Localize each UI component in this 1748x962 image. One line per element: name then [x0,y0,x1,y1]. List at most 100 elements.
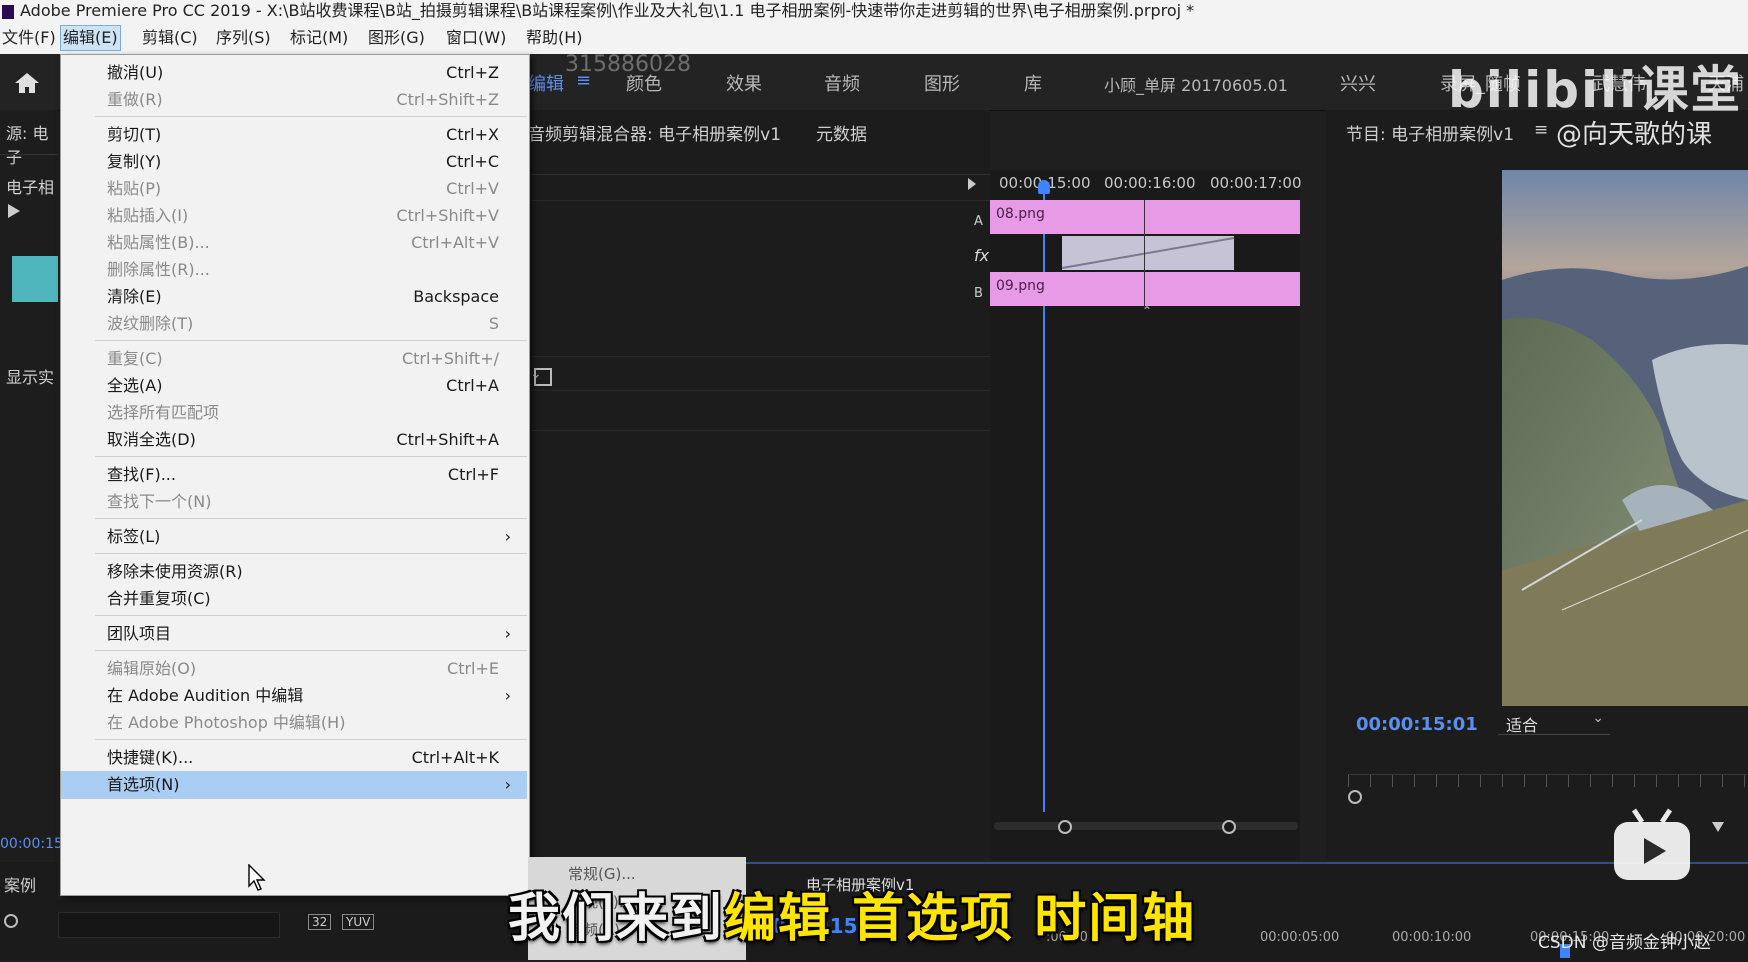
menu-help[interactable]: 帮助(H) [524,26,585,50]
program-ruler[interactable] [1348,774,1748,787]
program-title[interactable]: 节目: 电子相册案例v1 [1346,120,1514,145]
clip-b[interactable]: 09.png [990,272,1300,306]
ruler-label: 00:00:16:00 [1104,174,1196,192]
edit-menu-item[interactable]: 在 Adobe Audition 中编辑 › [61,682,527,710]
timeline-ruler-label: 00:00:10:00 [1392,930,1472,945]
menu-item-shortcut: Ctrl+V [446,179,499,198]
scroll-handle-left[interactable] [1058,820,1072,834]
edit-menu-item[interactable]: 清除(E) Backspace [61,283,527,311]
zoom-handle[interactable] [1348,790,1362,804]
edit-menu-item[interactable]: 全选(A) Ctrl+A [61,372,527,400]
edit-menu-item[interactable]: 删除属性(R)... [61,256,527,284]
fx-icon: fx [974,246,990,265]
bilibili-tv-icon [1614,808,1690,880]
program-timecode[interactable]: 00:00:15:01 [1356,714,1478,735]
workspace-graphics[interactable]: 图形 [924,70,960,96]
divider [528,200,990,201]
scroll-handle-right[interactable] [1222,820,1236,834]
play-icon[interactable] [8,204,20,218]
menu-marker[interactable]: 标记(M) [288,26,350,50]
edit-menu-item[interactable]: 在 Adobe Photoshop 中编辑(H) [61,709,527,737]
window-title: Adobe Premiere Pro CC 2019 - X:\B站收费课程\B… [20,1,1195,20]
workspace-library[interactable]: 库 [1024,70,1042,96]
menu-separator [95,650,527,651]
program-menu-icon[interactable]: ≡ [1534,120,1548,140]
track-b-label: B [974,286,983,301]
zoom-scrollbar[interactable] [994,822,1298,830]
edit-menu-item[interactable]: 撤消(U) Ctrl+Z [61,59,527,87]
search-icon[interactable] [4,914,18,928]
transition-block[interactable] [1062,236,1234,270]
clip-a[interactable]: 08.png [990,200,1300,234]
edit-menu-item[interactable]: 取消全选(D) Ctrl+Shift+A [61,426,527,454]
chevron-right-icon: › [504,686,511,705]
bilibili-watermark: bilibili课堂 [1448,61,1743,119]
bit-depth-badge[interactable]: 32 [308,914,332,930]
menu-item-shortcut: Ctrl+Shift+A [396,430,499,449]
workspace-edit[interactable]: 编辑 [528,70,564,96]
menu-item-label: 撤消(U) [107,63,164,82]
yuv-badge[interactable]: YUV [342,914,375,930]
checkbox[interactable] [534,368,552,386]
marker-icon[interactable] [1712,822,1724,832]
audio-mixer-tab[interactable]: 音频剪辑混合器: 电子相册案例v1 [528,120,781,145]
menu-item-label: 清除(E) [107,287,162,306]
project-search-input[interactable] [58,912,280,938]
source-timecode[interactable]: 00:00:15 [0,836,63,852]
menu-item-label: 重做(R) [107,90,163,109]
edit-menu-item[interactable]: 剪切(T) Ctrl+X [61,121,527,149]
chevron-right-icon: › [504,775,511,794]
menu-edit[interactable]: 编辑(E) [60,25,121,51]
edit-menu-item[interactable]: 首选项(N) › [61,771,527,799]
edit-menu-item[interactable]: 标签(L) › [61,523,527,551]
edit-menu-item[interactable]: 编辑原始(O) Ctrl+E [61,655,527,683]
home-icon[interactable] [12,70,42,96]
menu-item-label: 粘贴插入(I) [107,206,189,225]
edit-menu-item[interactable]: 移除未使用资源(R) [61,558,527,586]
menu-clip[interactable]: 剪辑(C) [140,26,200,50]
edit-menu-item[interactable]: 重复(C) Ctrl+Shift+/ [61,345,527,373]
edit-menu-item[interactable]: 查找下一个(N) [61,488,527,516]
menu-file[interactable]: 文件(F) [0,26,58,50]
edit-menu-item[interactable]: 粘贴插入(I) Ctrl+Shift+V [61,202,527,230]
workspace-audio[interactable]: 音频 [824,70,860,96]
menu-window[interactable]: 窗口(W) [444,26,508,50]
project-label: 电子相 [6,178,55,197]
edit-line [1144,200,1145,308]
menu-item-label: 剪切(T) [107,125,162,144]
menu-item-label: 取消全选(D) [107,430,196,449]
clip-b-label: 09.png [996,278,1045,294]
workspace-custom-1[interactable]: 小顾_单屏 20170605.01 [1104,72,1288,96]
edit-menu-item[interactable]: 查找(F)... Ctrl+F [61,461,527,489]
fit-dropdown[interactable]: 适合 ⌄ [1498,710,1610,735]
edit-menu-item[interactable]: 波纹删除(T) S [61,310,527,338]
qq-group-watermark: 315886028 [565,52,691,77]
menu-item-shortcut: Ctrl+X [446,125,499,144]
ruler-label: 00:00:17:00 [1210,174,1302,192]
workspace-custom-2[interactable]: 兴兴 [1340,70,1376,96]
transition-timeline: 00:00:15:00 00:00:16:00 00:00:17:00 08.p… [990,170,1302,860]
media-thumbnail[interactable] [12,256,58,302]
menu-item-label: 删除属性(R)... [107,260,210,279]
menu-graphics[interactable]: 图形(G) [366,26,427,50]
menu-separator [95,340,527,341]
menu-item-label: 粘贴属性(B)... [107,233,210,252]
edit-menu-item[interactable]: 合并重复项(C) [61,585,527,613]
menu-separator [95,518,527,519]
workspace-effects[interactable]: 效果 [726,70,762,96]
metadata-tab[interactable]: 元数据 [816,120,867,145]
project-tab[interactable]: 案例 [4,872,36,896]
chevron-down-icon: ⌄ [1592,710,1604,726]
expand-arrow-icon[interactable] [968,178,976,190]
edit-menu-item[interactable]: 粘贴属性(B)... Ctrl+Alt+V [61,229,527,257]
project-panel: 案例 [0,862,58,960]
edit-menu-item[interactable]: 团队项目 › [61,620,527,648]
edit-menu-item[interactable]: 选择所有匹配项 [61,399,527,427]
source-tab[interactable]: 源: 电子 [6,120,58,168]
edit-menu-item[interactable]: 粘贴(P) Ctrl+V [61,175,527,203]
edit-menu-item[interactable]: 复制(Y) Ctrl+C [61,148,527,176]
effect-controls-panel: 音频剪辑混合器: 电子相册案例v1 元数据 ⌄ [528,110,990,860]
edit-menu-item[interactable]: 快捷键(K)... Ctrl+Alt+K [61,744,527,772]
menu-sequence[interactable]: 序列(S) [214,26,273,50]
edit-menu-item[interactable]: 重做(R) Ctrl+Shift+Z [61,86,527,114]
